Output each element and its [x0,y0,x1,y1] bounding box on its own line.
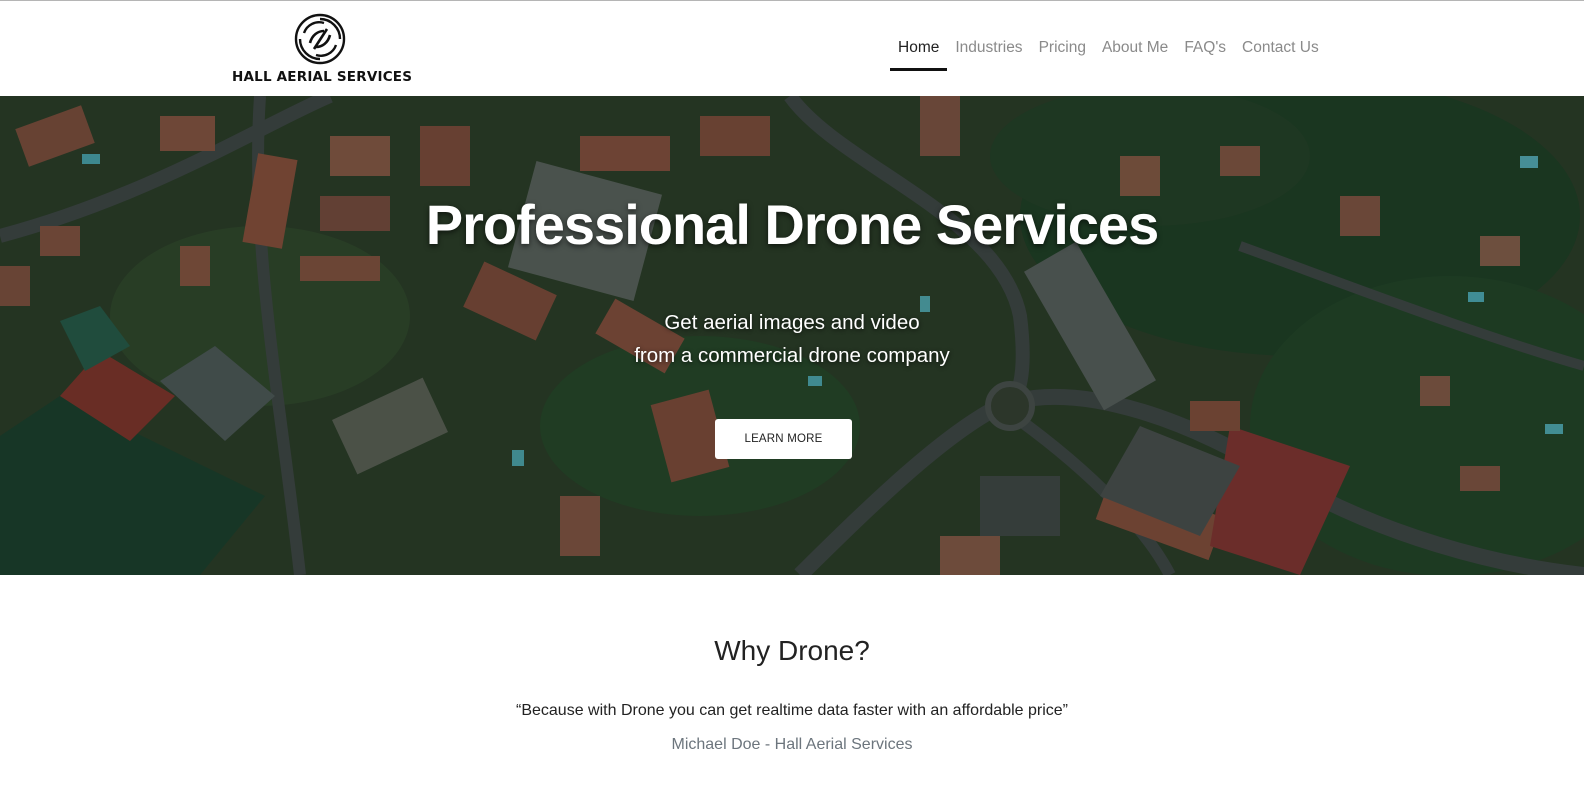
nav-item-about-me[interactable]: About Me [1094,31,1176,71]
nav-item-contact-us[interactable]: Contact Us [1234,31,1327,71]
nav-item-pricing[interactable]: Pricing [1031,31,1094,71]
nav-item-faqs[interactable]: FAQ's [1176,31,1234,71]
site-header: HALL AERIAL SERVICES Home Industries Pri… [0,1,1584,96]
nav-item-home[interactable]: Home [890,31,948,71]
hero-subtitle-line-1: Get aerial images and video [664,311,920,334]
hero-subtitle-line-2: from a commercial drone company [634,344,950,367]
brand-logo-link[interactable]: HALL AERIAL SERVICES [232,11,412,89]
spiral-propeller-logo-icon [294,13,346,65]
brand-name: HALL AERIAL SERVICES [232,69,413,85]
section-title: Why Drone? [714,635,870,666]
hero-subtitle: Get aerial images and video from a comme… [0,306,1584,372]
learn-more-button[interactable]: LEARN MORE [715,419,852,459]
hero-title: Professional Drone Services [425,193,1159,256]
why-drone-section: Why Drone? “Because with Drone you can g… [0,575,1584,810]
main-nav: Home Industries Pricing About Me FAQ's C… [890,31,1327,71]
testimonial-quote: “Because with Drone you can get realtime… [516,702,1068,719]
hero-section: Professional Drone Services Get aerial i… [0,96,1584,575]
testimonial-author: Michael Doe - Hall Aerial Services [671,736,913,753]
nav-item-industries[interactable]: Industries [947,31,1030,71]
